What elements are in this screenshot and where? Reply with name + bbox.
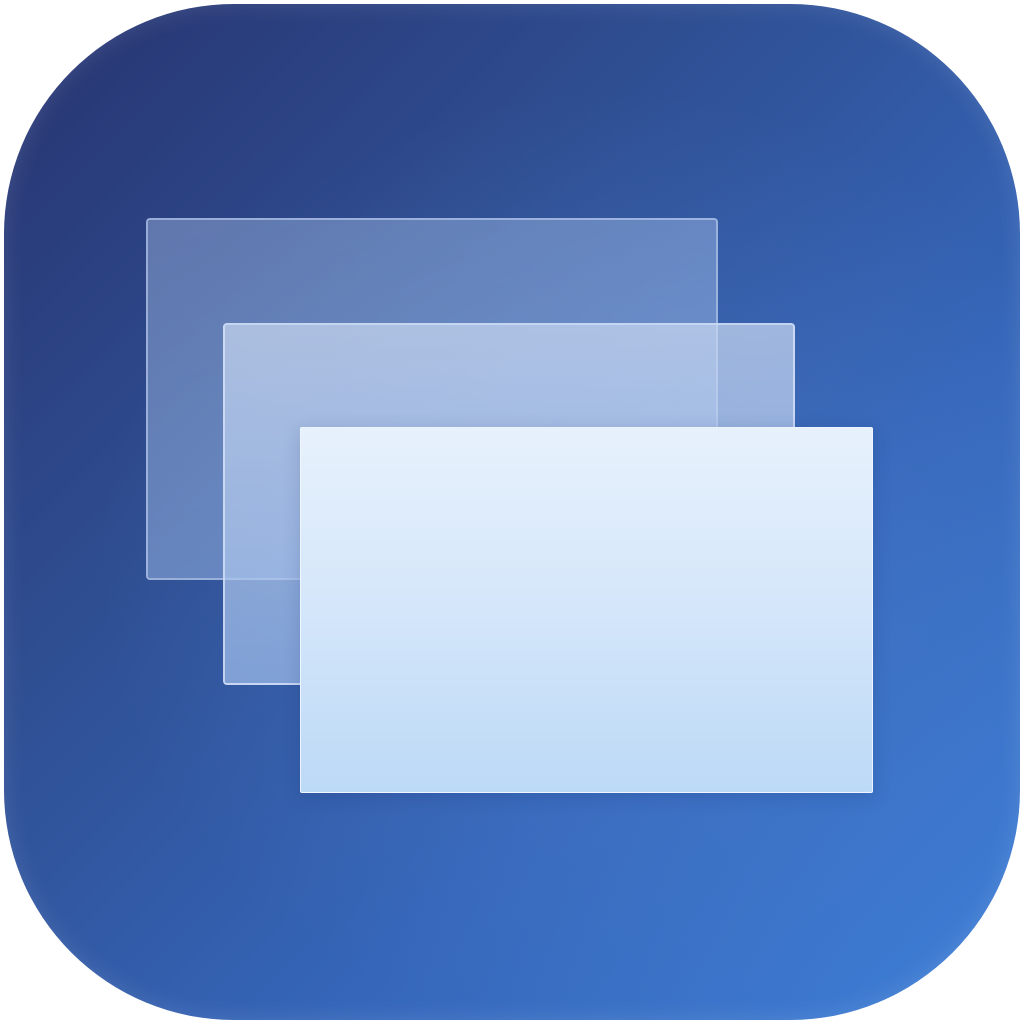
stacked-windows-app-icon[interactable] bbox=[4, 4, 1020, 1020]
front-window-pane bbox=[300, 427, 873, 793]
